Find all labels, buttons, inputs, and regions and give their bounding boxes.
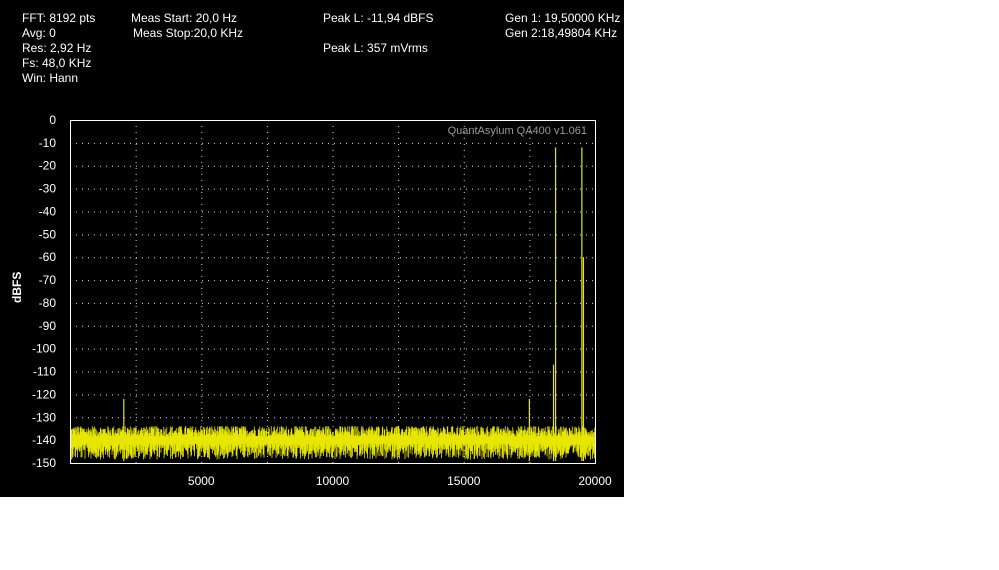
grid — [70, 120, 595, 463]
x-tick-label: 15000 — [447, 474, 481, 488]
y-tick-label: -60 — [39, 250, 57, 264]
x-axis-ticks: 5000 10000 15000 20000 — [188, 474, 612, 488]
plot-border — [70, 120, 596, 464]
x-tick-label: 20000 — [578, 474, 612, 488]
y-axis-ticks: 0 -10 -20 -30 -40 -50 -60 -70 -80 -90 -100 -110 -120… — [32, 113, 56, 470]
spectrum-trace-layer — [70, 147, 596, 461]
y-tick-label: -90 — [39, 319, 57, 333]
y-tick-label: -100 — [32, 342, 56, 356]
y-tick-label: -120 — [32, 387, 56, 401]
y-axis-title: dBFS — [10, 271, 24, 303]
y-tick-label: -70 — [39, 273, 57, 287]
y-tick-label: -130 — [32, 410, 56, 424]
y-tick-label: -40 — [39, 204, 57, 218]
watermark-text: QuantAsylum QA400 v1.061 — [448, 125, 587, 137]
y-tick-label: 0 — [49, 113, 56, 127]
x-tick-label: 5000 — [188, 474, 215, 488]
y-tick-label: -110 — [33, 365, 56, 379]
y-tick-label: -10 — [39, 136, 57, 150]
spectrum-noise-floor — [70, 426, 596, 460]
x-tick-label: 10000 — [316, 474, 350, 488]
y-tick-label: -150 — [32, 456, 56, 470]
y-tick-label: -20 — [39, 159, 57, 173]
analyzer-screen: FFT: 8192 pts Avg: 0 Res: 2,92 Hz Fs: 48… — [0, 0, 624, 497]
y-tick-label: -50 — [39, 227, 57, 241]
y-tick-label: -30 — [39, 182, 57, 196]
spectrum-chart: QuantAsylum QA400 v1.061 0 -10 -20 -30 -40 -5… — [32, 113, 612, 488]
y-tick-label: -140 — [32, 433, 56, 447]
y-tick-label: -80 — [39, 296, 57, 310]
